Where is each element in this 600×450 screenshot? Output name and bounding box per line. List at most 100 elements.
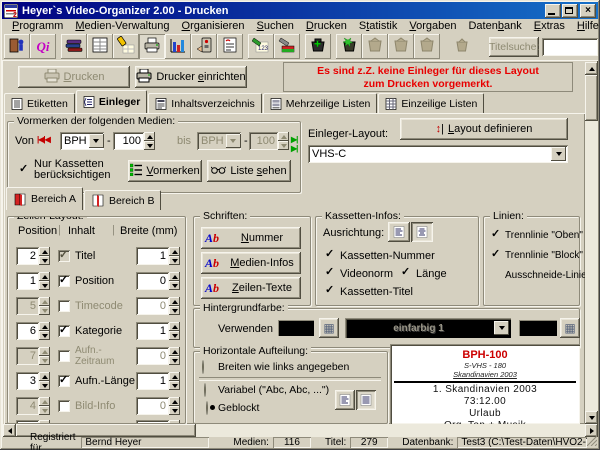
breite-spinner[interactable]: 1 — [136, 247, 180, 265]
dropdown-arrow-icon[interactable] — [494, 321, 509, 335]
menu-hilfe[interactable]: Hilfe — [571, 19, 600, 33]
breite-spinner[interactable]: 0 — [136, 347, 180, 365]
scroll-down-button[interactable] — [585, 411, 598, 424]
inhalt-checkbox[interactable] — [58, 300, 70, 312]
tab-inhaltsverzeichnis[interactable]: Inhaltsverzeichnis — [148, 93, 261, 113]
block-left-button[interactable] — [335, 390, 355, 410]
tab-bereich-a[interactable]: Bereich A — [6, 187, 83, 210]
schrift-nummer-button[interactable]: Ab Nummer — [201, 227, 301, 249]
inhalt-checkbox[interactable] — [58, 350, 70, 362]
spin-up-icon[interactable] — [278, 132, 289, 141]
schrift-medien-infos-button[interactable]: Ab Medien-Infos — [201, 252, 301, 274]
drucken-button[interactable]: Drucken — [18, 66, 130, 88]
inhalt-checkbox[interactable] — [58, 275, 70, 287]
scroll-left-button[interactable] — [3, 424, 16, 437]
vormerken-button[interactable]: Vormerken — [128, 160, 202, 182]
print-button-toolbar[interactable] — [139, 34, 165, 59]
inhalt-checkbox[interactable] — [58, 250, 70, 262]
menu-suchen[interactable]: Suchen — [251, 19, 300, 33]
toggle-switch-button[interactable] — [191, 34, 217, 59]
menu-medien-verwaltung[interactable]: Medien-Verwaltung — [69, 19, 175, 33]
scroll-up-button[interactable] — [585, 62, 598, 75]
radio-geblockt[interactable] — [206, 401, 208, 415]
dropdown-arrow-icon[interactable] — [226, 134, 241, 148]
media-list-button[interactable] — [87, 34, 113, 59]
maximize-button[interactable] — [562, 4, 578, 18]
layout-definieren-button[interactable]: ↕| Layout definieren — [400, 118, 568, 140]
minimize-button[interactable] — [545, 4, 561, 18]
breite-spinner[interactable]: 0 — [136, 272, 180, 290]
media-books-button[interactable] — [61, 34, 87, 59]
first-media-icon[interactable]: |◀|◀ — [37, 135, 50, 144]
menu-vorgaben[interactable]: Vorgaben — [403, 19, 462, 33]
export-c-button[interactable] — [414, 34, 440, 59]
spin-down-icon[interactable] — [278, 141, 289, 150]
palette-button-2[interactable]: ▦ — [560, 318, 580, 338]
align-center-button[interactable] — [411, 222, 433, 242]
pos-spinner[interactable]: 7 — [16, 347, 50, 365]
vertical-scroll-thumb[interactable] — [585, 75, 598, 121]
menu-datenbank[interactable]: Datenbank — [462, 19, 527, 33]
quick-info-button[interactable]: Qi — [30, 34, 56, 59]
pos-spinner[interactable]: 1 — [16, 272, 50, 290]
spin-down-icon[interactable] — [144, 141, 155, 150]
close-button[interactable]: × — [580, 4, 596, 18]
breite-spinner[interactable]: 0 — [136, 397, 180, 415]
pos-spinner[interactable]: 5 — [16, 297, 50, 315]
breite-spinner[interactable]: 0 — [136, 297, 180, 315]
farbmodus-combo[interactable]: einfarbig 1 — [345, 318, 511, 338]
tab-etiketten[interactable]: Etiketten — [4, 93, 75, 113]
pos-spinner[interactable]: 4 — [16, 397, 50, 415]
menu-drucken[interactable]: Drucken — [300, 19, 353, 33]
radio-breiten-wie-links[interactable] — [202, 360, 204, 374]
horizontal-scrollbar[interactable] — [3, 424, 598, 437]
titelsuche-button[interactable]: Titelsuche: — [489, 37, 539, 57]
menu-extras[interactable]: Extras — [528, 19, 571, 33]
dropdown-arrow-icon[interactable] — [89, 134, 104, 148]
tab-einzeilige-listen[interactable]: Einzeilige Listen — [378, 93, 484, 113]
bis-nummer-spinner[interactable]: 100 — [249, 132, 289, 150]
resize-grip[interactable] — [587, 436, 597, 449]
dropdown-arrow-icon[interactable] — [551, 147, 566, 161]
tab-mehrzeilige-listen[interactable]: Mehrzeilige Listen — [263, 93, 378, 113]
schrift-zeilen-texte-button[interactable]: Ab Zeilen-Texte — [201, 277, 301, 299]
bis-prefix-combo[interactable]: BPH — [197, 132, 241, 150]
statistics-button[interactable] — [165, 34, 191, 59]
search-flashlight-button[interactable] — [113, 34, 139, 59]
title-bar[interactable]: 2 Heyer`s Video-Organizer 2.00 - Drucken… — [2, 2, 598, 19]
pos-spinner[interactable]: 2 — [16, 247, 50, 265]
exit-button[interactable] — [4, 34, 30, 59]
notes-button[interactable] — [217, 34, 243, 59]
add-media-button[interactable] — [305, 34, 331, 59]
pos-spinner[interactable]: 3 — [16, 372, 50, 390]
import-button[interactable] — [449, 34, 475, 59]
export-a-button[interactable] — [362, 34, 388, 59]
spin-up-icon[interactable] — [144, 132, 155, 141]
radio-variabel[interactable] — [204, 383, 206, 397]
von-nummer-spinner[interactable]: 100 — [113, 132, 155, 150]
menu-programm[interactable]: Programm — [6, 19, 69, 33]
drucker-einrichten-button[interactable]: Drucker einrichten — [135, 66, 247, 88]
breite-spinner[interactable]: 1 — [136, 372, 180, 390]
inhalt-checkbox[interactable] — [58, 325, 70, 337]
liste-sehen-button[interactable]: Liste sehen — [207, 160, 291, 182]
edit-colors-button[interactable] — [274, 34, 300, 59]
last-media-icon[interactable]: ▶|▶| — [291, 135, 300, 153]
export-new-button[interactable] — [336, 34, 362, 59]
tab-einleger[interactable]: Einleger — [76, 90, 147, 113]
pos-spinner[interactable]: 6 — [16, 322, 50, 340]
export-b-button[interactable] — [388, 34, 414, 59]
breite-spinner[interactable]: 1 — [136, 322, 180, 340]
titelsuche-input[interactable] — [542, 38, 598, 56]
inhalt-checkbox[interactable] — [58, 375, 70, 387]
tab-bereich-b[interactable]: Bereich B — [84, 190, 162, 210]
palette-button-1[interactable]: ▦ — [319, 318, 339, 338]
menu-statistik[interactable]: Statistik — [353, 19, 404, 33]
edit-values-button[interactable]: 123 — [248, 34, 274, 59]
menu-organisieren[interactable]: Organisieren — [176, 19, 251, 33]
block-justify-button[interactable] — [356, 390, 376, 410]
align-left-button[interactable] — [388, 222, 410, 242]
inhalt-checkbox[interactable] — [58, 400, 70, 412]
einleger-layout-combo[interactable]: VHS-C — [308, 145, 568, 163]
von-prefix-combo[interactable]: BPH — [60, 132, 104, 150]
